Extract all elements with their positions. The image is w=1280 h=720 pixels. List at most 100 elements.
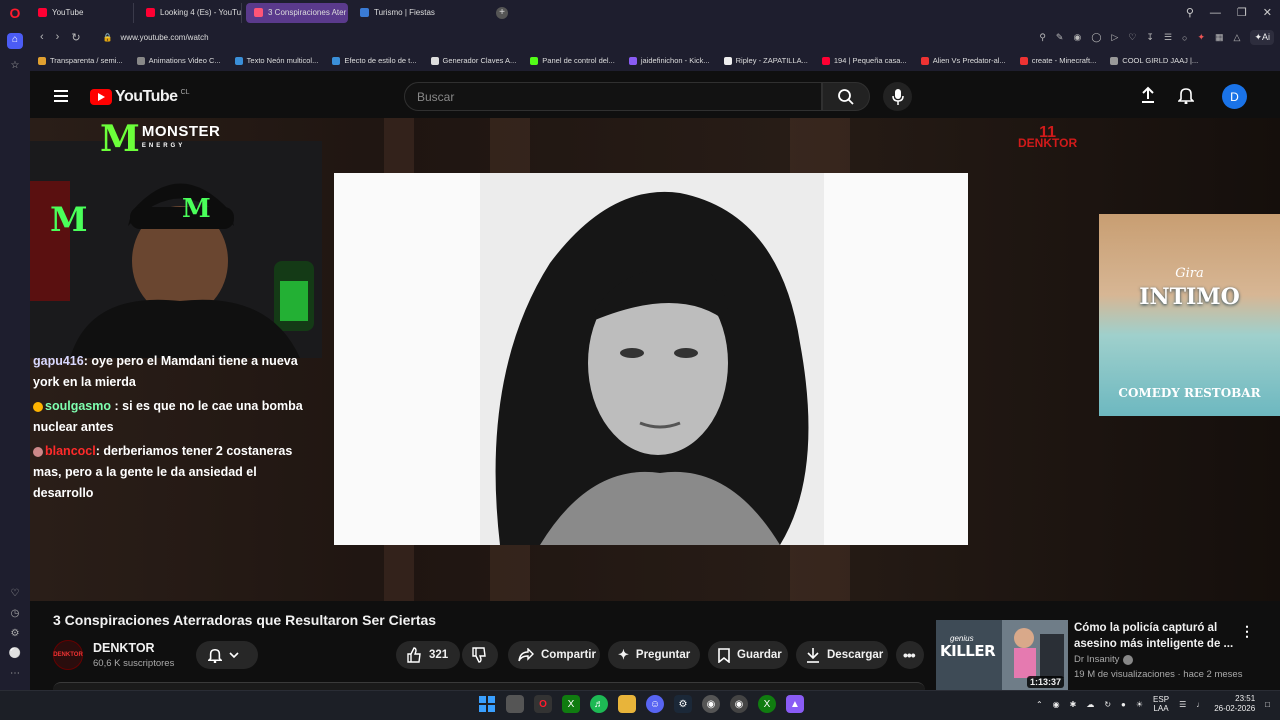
bookmark-item[interactable]: Efecto de estilo de t... (332, 56, 417, 65)
opera-icon[interactable]: O (534, 695, 552, 713)
like-button[interactable]: 321 (396, 641, 460, 669)
extension-icon[interactable]: ✦ (1197, 32, 1205, 43)
camera-icon[interactable]: ◉ (1073, 32, 1081, 43)
steam-icon[interactable]: ⚙ (674, 695, 692, 713)
play-icon[interactable]: ▷ (1111, 32, 1118, 43)
bookmark-item[interactable]: 194 | Pequeña casa... (821, 56, 907, 65)
maximize-icon[interactable]: ❐ (1237, 6, 1247, 19)
voice-search-button[interactable] (883, 82, 912, 111)
ai-button[interactable]: ✦Ai (1250, 30, 1274, 45)
search-button[interactable] (822, 82, 870, 111)
forward-icon[interactable]: › (56, 31, 60, 44)
weather-icon[interactable]: ☀ (1136, 700, 1143, 709)
bookmark-item[interactable]: create - Minecraft... (1019, 56, 1096, 65)
bookmark-item[interactable]: Generador Claves A... (430, 56, 516, 65)
bookmark-item[interactable]: Transparenta / semi... (38, 56, 123, 65)
tray-app-icon[interactable]: ◉ (1053, 700, 1060, 709)
menu-icon[interactable] (54, 90, 68, 105)
pin-icon[interactable]: ☆ (8, 59, 22, 73)
notification-bell-button[interactable] (196, 641, 258, 669)
download-icon[interactable]: ↧ (1146, 32, 1154, 43)
reload-icon[interactable]: ↻ (71, 31, 80, 44)
search-tabs-icon[interactable]: ⚲ (1186, 6, 1194, 19)
video-player[interactable]: M M M MONSTER ENERGY 11 DENKTOR gapu416: … (30, 118, 1280, 601)
upload-icon[interactable] (1140, 86, 1156, 109)
youtube-logo[interactable]: YouTube CL (90, 88, 190, 106)
save-button[interactable]: Guardar (708, 641, 788, 669)
comedy-poster: Gira INTIMO COMEDY RESTOBAR (1099, 214, 1280, 416)
settings-icon[interactable]: ⚙ (8, 627, 22, 641)
bookmark-item[interactable]: Animations Video C... (136, 56, 221, 65)
search-icon[interactable]: ⚲ (1039, 32, 1046, 43)
notification-center-icon[interactable]: □ (1265, 700, 1270, 709)
app-icon[interactable]: ◉ (702, 695, 720, 713)
notifications-icon[interactable] (1177, 86, 1195, 109)
app-icon[interactable]: ▲ (786, 695, 804, 713)
tab-youtube[interactable]: YouTube (30, 2, 134, 23)
history-icon[interactable]: ◷ (8, 607, 22, 621)
bluetooth-icon[interactable]: ✱ (1070, 700, 1077, 709)
home-icon[interactable]: ⌂ (7, 33, 23, 49)
xbox-icon[interactable]: X (562, 695, 580, 713)
search-input[interactable]: Buscar (404, 82, 822, 111)
bulb-icon[interactable]: ⚪ (8, 647, 22, 661)
bookmark-item[interactable]: Texto Neón multicol... (234, 56, 318, 65)
dislike-button[interactable] (462, 641, 498, 669)
bookmark-item[interactable]: jaidefinichon - Kick... (628, 56, 710, 65)
account-icon[interactable]: ○ (1182, 33, 1187, 43)
spotify-icon[interactable]: ♬ (590, 695, 608, 713)
bookmark-icon (1110, 56, 1119, 65)
bookmark-item[interactable]: Ripley - ZAPATILLA... (723, 56, 808, 65)
tab-looking-4[interactable]: Looking 4 (Es) - YouTube (138, 2, 242, 23)
tab-current-video[interactable]: 3 Conspiraciones Ater (246, 2, 348, 23)
file-explorer-icon[interactable] (618, 695, 636, 713)
favorite-icon[interactable]: ♡ (1128, 32, 1136, 43)
microphone-icon[interactable]: ● (1121, 700, 1126, 709)
language-indicator[interactable]: ESP LAA (1153, 695, 1169, 713)
recommended-title[interactable]: Cómo la policía capturó al asesino más i… (1074, 620, 1234, 652)
clock[interactable]: 23:51 26-02-2026 (1214, 694, 1255, 714)
app-icon[interactable]: ◉ (730, 695, 748, 713)
volume-icon[interactable]: ♩ (1196, 700, 1204, 709)
xbox-app-icon[interactable]: X (758, 695, 776, 713)
user-avatar[interactable]: D (1222, 84, 1247, 109)
logo-text: YouTube (115, 88, 178, 105)
back-icon[interactable]: ‹ (40, 31, 44, 44)
lock-icon: 🔒 (102, 33, 113, 42)
share-button[interactable]: Compartir (508, 641, 600, 669)
svg-text:M: M (50, 200, 88, 240)
cloud-icon[interactable]: ☁ (1086, 700, 1094, 709)
description-box[interactable] (53, 682, 925, 690)
channel-name[interactable]: DENKTOR (93, 641, 155, 655)
wallet-icon[interactable]: ▦ (1215, 32, 1224, 43)
bookmark-item[interactable]: COOL GIRLD JAAJ |... (1110, 56, 1198, 65)
windows-start-icon[interactable] (478, 695, 496, 713)
discord-icon[interactable]: ☺ (646, 695, 664, 713)
more-vertical-icon[interactable]: ⋮ (1240, 623, 1254, 640)
minimize-icon[interactable]: — (1210, 7, 1221, 19)
close-icon[interactable]: ✕ (1263, 6, 1272, 19)
wifi-icon[interactable]: ☰ (1179, 700, 1186, 709)
bookmark-item[interactable]: Alien Vs Predator-al... (920, 56, 1006, 65)
puzzle-icon[interactable]: △ (1234, 32, 1241, 43)
ask-button[interactable]: ✦ Preguntar (608, 641, 700, 669)
more-actions-button[interactable]: ••• (896, 641, 924, 669)
channel-avatar[interactable]: DENKTOR (53, 640, 83, 670)
tab-turismo[interactable]: Turismo | Fiestas (352, 3, 456, 23)
heart-icon[interactable]: ♡ (8, 587, 22, 601)
list-icon[interactable]: ☰ (1164, 32, 1172, 43)
new-tab-button[interactable]: + (496, 6, 508, 19)
opera-logo[interactable]: O (0, 0, 30, 25)
shield-icon[interactable]: ◯ (1091, 32, 1101, 43)
edit-icon[interactable]: ✎ (1056, 32, 1064, 43)
chevron-up-icon[interactable]: ⌃ (1036, 700, 1043, 709)
download-button[interactable]: Descargar (796, 641, 888, 669)
recommended-channel[interactable]: Dr Insanity (1074, 654, 1134, 665)
recommended-thumbnail[interactable]: genius KILLER 1:13:37 (936, 620, 1068, 690)
more-icon[interactable]: ⋯ (8, 667, 22, 681)
task-view-icon[interactable] (506, 695, 524, 713)
bookmark-label: 194 | Pequeña casa... (833, 56, 907, 65)
sync-icon[interactable]: ↻ (1104, 700, 1111, 709)
bookmark-item[interactable]: Panel de control del... (530, 56, 615, 65)
url-field[interactable]: www.youtube.com/watch (121, 33, 209, 42)
